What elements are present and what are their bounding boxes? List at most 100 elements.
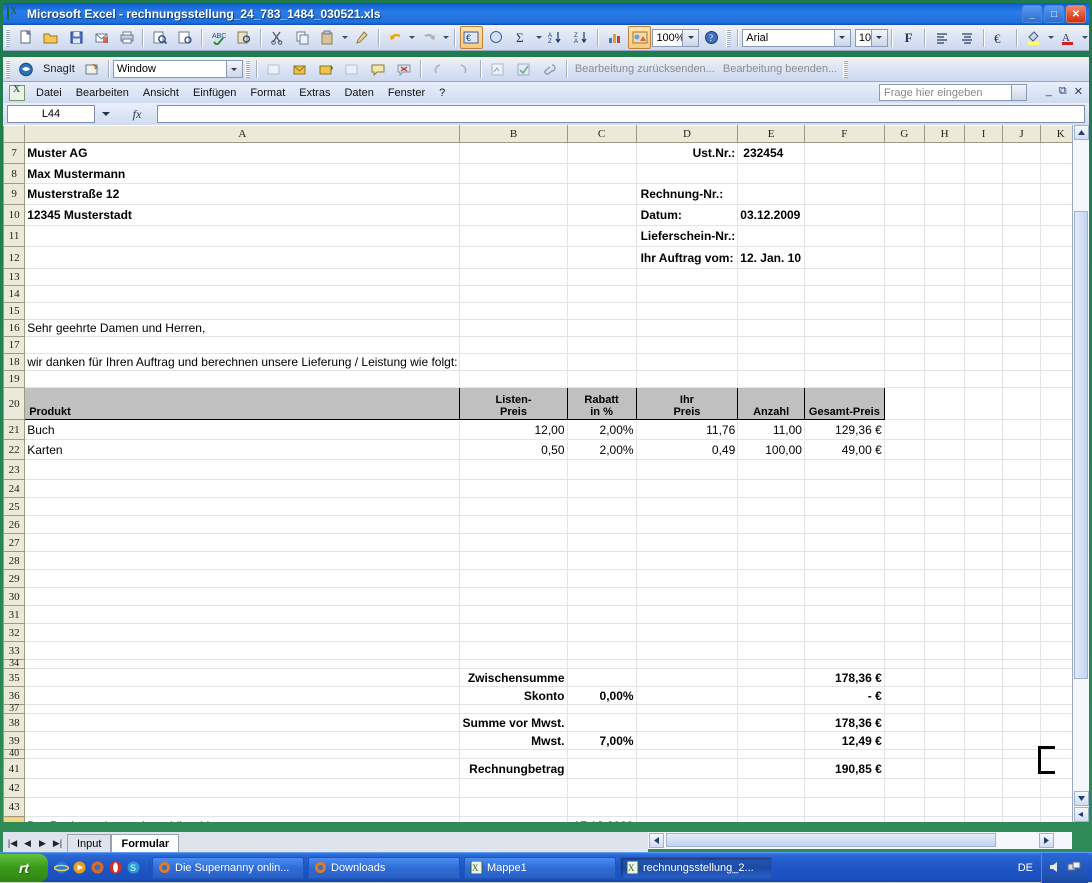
close-button[interactable]: ✕ [1066, 5, 1086, 23]
cell-g13[interactable] [884, 269, 924, 286]
cell-a34[interactable] [25, 660, 460, 669]
cell-h23[interactable] [924, 460, 964, 480]
column-header-f[interactable]: F [804, 126, 884, 143]
row-header-16[interactable]: 16 [4, 320, 25, 337]
cell-d16[interactable] [636, 320, 738, 337]
column-header-b[interactable]: B [460, 126, 567, 143]
row-header-43[interactable]: 43 [4, 798, 25, 817]
cell-f16[interactable] [804, 320, 884, 337]
cell-f7[interactable] [804, 143, 884, 164]
table-header-anzahl[interactable]: Anzahl [738, 388, 805, 420]
cell-i12[interactable] [965, 247, 1003, 269]
name-box[interactable]: L44 [7, 105, 95, 123]
cell-c34[interactable] [567, 660, 636, 669]
cell-f41[interactable]: 190,85 € [804, 759, 884, 779]
snagit-logo-icon[interactable] [14, 58, 38, 81]
cell-b21[interactable]: 12,00 [460, 420, 567, 440]
cell-i41[interactable] [965, 759, 1003, 779]
cell-j16[interactable] [1002, 320, 1040, 337]
row-header-22[interactable]: 22 [4, 440, 25, 460]
firefox-icon[interactable] [90, 860, 105, 875]
cell-f15[interactable] [804, 303, 884, 320]
review-overflow-grip[interactable] [843, 60, 848, 78]
cell-h28[interactable] [924, 552, 964, 570]
cell-h35[interactable] [924, 669, 964, 687]
new-icon[interactable] [14, 26, 37, 49]
cell-a18[interactable]: wir danken für Ihren Auftrag und berechn… [25, 354, 460, 371]
cell-g16[interactable] [884, 320, 924, 337]
cell-b38[interactable]: Summe vor Mwst. [460, 714, 567, 732]
cell-c17[interactable] [567, 337, 636, 354]
cell-d42[interactable] [636, 779, 738, 798]
cell-f27[interactable] [804, 534, 884, 552]
cell-g11[interactable] [884, 226, 924, 247]
cell-c39[interactable]: 7,00% [567, 732, 636, 750]
cell-h29[interactable] [924, 570, 964, 588]
row-header-39[interactable]: 39 [4, 732, 25, 750]
cell-a8[interactable]: Max Mustermann [25, 164, 460, 184]
cell-d13[interactable] [636, 269, 738, 286]
cell-d26[interactable] [636, 516, 738, 534]
cell-c44[interactable]: 17.12.2009 [567, 817, 636, 823]
cell-d34[interactable] [636, 660, 738, 669]
cell-c32[interactable] [567, 624, 636, 642]
cell-c11[interactable] [567, 226, 636, 247]
cell-d21[interactable]: 11,76 [636, 420, 738, 440]
menu-item-ansicht[interactable]: Ansicht [136, 85, 186, 101]
cell-c9[interactable] [567, 184, 636, 205]
cell-b44[interactable] [460, 817, 567, 823]
ask-a-question-input[interactable]: Frage hier eingeben [879, 84, 1027, 101]
cell-i33[interactable] [965, 642, 1003, 660]
cell-e31[interactable] [738, 606, 805, 624]
cell-a12[interactable] [25, 247, 460, 269]
cell-j23[interactable] [1002, 460, 1040, 480]
cell-a7[interactable]: Muster AG [25, 143, 460, 164]
drawing-icon[interactable] [628, 26, 651, 49]
cell-e18[interactable] [738, 354, 805, 371]
cell-h27[interactable] [924, 534, 964, 552]
cell-f37[interactable] [804, 705, 884, 714]
cell-h32[interactable] [924, 624, 964, 642]
cell-e19[interactable] [738, 371, 805, 388]
cell-e21[interactable]: 11,00 [738, 420, 805, 440]
cell-i8[interactable] [965, 164, 1003, 184]
autosum-icon[interactable]: Σ [510, 26, 533, 49]
cell-g8[interactable] [884, 164, 924, 184]
cell-h31[interactable] [924, 606, 964, 624]
row-header-8[interactable]: 8 [4, 164, 25, 184]
cell-e37[interactable] [738, 705, 805, 714]
cell-d28[interactable] [636, 552, 738, 570]
cell-c35[interactable] [567, 669, 636, 687]
menu-item-help[interactable]: ? [432, 85, 452, 101]
cell-h9[interactable] [924, 184, 964, 205]
cell-h22[interactable] [924, 440, 964, 460]
cell-d14[interactable] [636, 286, 738, 303]
network-icon[interactable] [1067, 860, 1082, 875]
cell-h8[interactable] [924, 164, 964, 184]
row-header-15[interactable]: 15 [4, 303, 25, 320]
cell-g7[interactable] [884, 143, 924, 164]
cell-i25[interactable] [965, 498, 1003, 516]
currency-format-icon[interactable]: € [989, 26, 1012, 49]
skype-icon[interactable]: S [126, 860, 141, 875]
cell-f24[interactable] [804, 480, 884, 498]
save-icon[interactable] [65, 26, 88, 49]
send-to-mail-recipient-icon[interactable] [288, 58, 312, 81]
cell-a25[interactable] [25, 498, 460, 516]
row-header-18[interactable]: 18 [4, 354, 25, 371]
cell-c19[interactable] [567, 371, 636, 388]
cell-h43[interactable] [924, 798, 964, 817]
cell-g43[interactable] [884, 798, 924, 817]
cell-a30[interactable] [25, 588, 460, 606]
cell-c30[interactable] [567, 588, 636, 606]
maximize-button[interactable]: □ [1044, 5, 1064, 23]
cell-c23[interactable] [567, 460, 636, 480]
column-header-g[interactable]: G [884, 126, 924, 143]
cell-e36[interactable] [738, 687, 805, 705]
cell-i7[interactable] [965, 143, 1003, 164]
cell-b41[interactable]: Rechnungbetrag [460, 759, 567, 779]
cell-h37[interactable] [924, 705, 964, 714]
cell-a32[interactable] [25, 624, 460, 642]
cell-b16[interactable] [460, 320, 567, 337]
horizontal-scrollbar[interactable] [648, 832, 1072, 849]
